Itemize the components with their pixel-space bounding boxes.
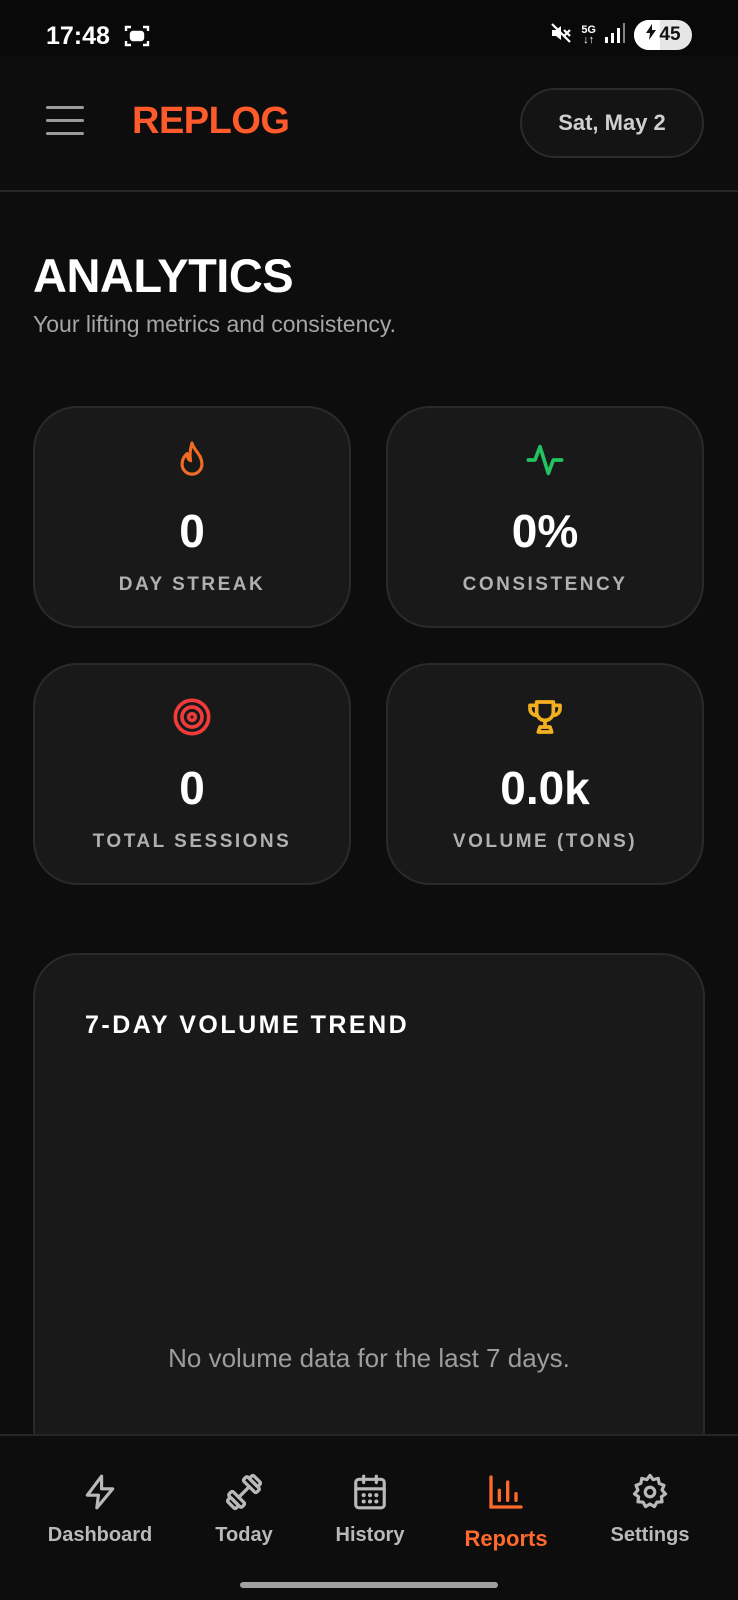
menu-button[interactable] <box>44 102 86 138</box>
stat-label: DAY STREAK <box>118 574 266 595</box>
trend-title: 7-DAY VOLUME TREND <box>85 1011 410 1039</box>
stat-card-total-sessions: 0 TOTAL SESSIONS <box>33 663 351 885</box>
stat-label: VOLUME (TONS) <box>452 831 638 852</box>
stat-value: 0 <box>179 505 205 557</box>
nav-settings[interactable]: Settings <box>590 1436 710 1566</box>
status-time: 17:48 <box>46 22 110 50</box>
page-title: ANALYTICS <box>33 249 294 302</box>
calendar-icon <box>351 1472 389 1512</box>
network-label: 5G ↓↑ <box>581 24 596 46</box>
bottom-nav: Dashboard Today History Reports Settings <box>0 1434 738 1600</box>
target-icon <box>35 697 349 737</box>
nav-today[interactable]: Today <box>194 1436 294 1566</box>
stat-value: 0.0k <box>500 762 590 814</box>
status-bar: 17:48 5G ↓↑ 45 <box>0 0 738 56</box>
flame-icon <box>35 440 349 480</box>
status-indicators: 5G ↓↑ 45 <box>549 20 692 50</box>
signal-icon <box>604 22 626 49</box>
page-subtitle: Your lifting metrics and consistency. <box>33 311 397 337</box>
nav-history[interactable]: History <box>320 1436 420 1566</box>
charging-icon <box>645 24 657 46</box>
stat-value: 0% <box>511 505 579 557</box>
volume-trend-card: 7-DAY VOLUME TREND No volume data for th… <box>33 953 705 1473</box>
nav-dashboard[interactable]: Dashboard <box>40 1436 160 1566</box>
battery-indicator: 45 <box>634 20 692 50</box>
nav-label: Today <box>215 1524 273 1546</box>
gear-icon <box>631 1472 669 1512</box>
activity-icon <box>388 440 702 480</box>
brand-logo: REPLOG <box>132 100 290 142</box>
battery-level: 45 <box>659 24 681 45</box>
stat-label: CONSISTENCY <box>462 574 628 595</box>
zap-icon <box>81 1472 119 1512</box>
stat-value: 0 <box>179 762 205 814</box>
nav-label: History <box>335 1524 405 1546</box>
trend-empty-message: No volume data for the last 7 days. <box>168 1343 570 1373</box>
date-button[interactable]: Sat, May 2 <box>520 88 704 158</box>
stat-card-day-streak: 0 DAY STREAK <box>33 406 351 628</box>
nav-reports[interactable]: Reports <box>446 1436 566 1566</box>
dumbbell-icon <box>224 1472 264 1512</box>
nav-label: Dashboard <box>47 1524 153 1546</box>
menu-icon-line <box>46 119 84 122</box>
home-indicator[interactable] <box>240 1582 498 1588</box>
stat-card-volume: 0.0k VOLUME (TONS) <box>386 663 704 885</box>
stat-card-consistency: 0% CONSISTENCY <box>386 406 704 628</box>
screenshot-icon <box>124 24 150 53</box>
menu-icon-line <box>46 106 84 109</box>
stat-label: TOTAL SESSIONS <box>92 831 292 852</box>
mute-icon <box>549 21 573 50</box>
trophy-icon <box>388 697 702 737</box>
bar-chart-icon <box>486 1472 526 1512</box>
nav-label: Settings <box>610 1524 690 1546</box>
menu-icon-line <box>46 132 84 135</box>
app-header: REPLOG Sat, May 2 <box>0 56 738 192</box>
nav-label: Reports <box>464 1526 548 1551</box>
